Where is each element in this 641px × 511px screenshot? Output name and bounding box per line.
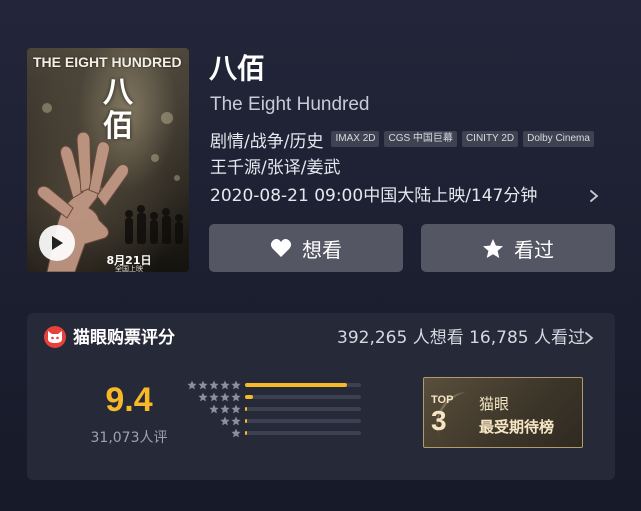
want-to-watch-label: 想看 [302, 237, 342, 262]
watched-label: 看过 [514, 237, 554, 262]
star-icon [220, 380, 230, 390]
star-icon [231, 428, 241, 438]
star-icon [220, 416, 230, 426]
star-icon [209, 392, 219, 402]
star-icon [209, 380, 219, 390]
poster-release-note: 全国上映 [115, 265, 143, 272]
rank-brand: 猫眼 [479, 395, 510, 413]
ranking-badge[interactable]: TOP 3 猫眼 最受期待榜 [423, 377, 583, 448]
rating-distribution-row [185, 403, 361, 415]
rating-count: 31,073人评 [90, 430, 168, 446]
star-icon [231, 404, 241, 414]
rank-list-name: 最受期待榜 [479, 418, 555, 436]
rating-distribution-row [185, 391, 361, 403]
movie-title: 八佰 [209, 52, 266, 85]
star-group [185, 380, 241, 390]
cast-list: 王千源/张译/姜武 [210, 158, 341, 178]
distribution-bar-fill [245, 407, 247, 411]
audience-stats[interactable]: 392,265 人想看 16,785 人看过 [337, 326, 585, 350]
star-group [185, 416, 241, 426]
star-group [185, 428, 241, 438]
poster-chinese-title: 八佰 [103, 75, 133, 144]
star-icon [231, 380, 241, 390]
distribution-bar-track [245, 407, 361, 411]
play-trailer-button[interactable] [39, 225, 75, 261]
genre-row: 剧情/战争/历史 IMAX 2D CGS 中国巨幕 CINITY 2D Dolb… [210, 127, 599, 152]
watched-button[interactable]: 看过 [421, 224, 615, 272]
star-icon [209, 404, 219, 414]
distribution-bar-track [245, 383, 361, 387]
chevron-right-icon[interactable] [588, 189, 600, 203]
movie-english-title: The Eight Hundred [210, 94, 370, 115]
distribution-bar-track [245, 395, 361, 399]
star-group [185, 392, 241, 402]
rating-distribution-row [185, 415, 361, 427]
format-tag-cinity: CINITY 2D [461, 131, 519, 147]
rating-source-label: 猫眼购票评分 [73, 328, 175, 348]
distribution-bar-fill [245, 383, 347, 387]
rating-card: 猫眼购票评分 392,265 人想看 16,785 人看过 9.4 31,073… [27, 313, 615, 480]
format-tag-cgs: CGS 中国巨幕 [384, 131, 457, 147]
release-info[interactable]: 2020-08-21 09:00中国大陆上映/147分钟 [210, 184, 610, 208]
rank-number: 3 [431, 405, 447, 436]
distribution-bar-fill [245, 395, 253, 399]
star-group [185, 404, 241, 414]
poster-english-title: THE EIGHT HUNDRED [33, 54, 182, 70]
distribution-bar-track [245, 419, 361, 423]
distribution-bar-track [245, 431, 361, 435]
distribution-bar-fill [245, 431, 247, 435]
star-icon [220, 404, 230, 414]
star-icon [231, 392, 241, 402]
distribution-bar-fill [245, 419, 247, 423]
rating-distribution-row [185, 427, 361, 439]
rating-score: 9.4 [105, 381, 153, 419]
star-icon [187, 380, 197, 390]
play-icon [52, 236, 63, 250]
heart-icon [270, 239, 292, 257]
star-icon [220, 392, 230, 402]
star-icon [198, 392, 208, 402]
chevron-right-icon[interactable] [584, 331, 594, 345]
want-to-watch-button[interactable]: 想看 [209, 224, 403, 272]
movie-poster[interactable]: THE EIGHT HUNDRED 八佰 8月21日 全国上映 [27, 48, 189, 272]
star-icon [198, 380, 208, 390]
star-icon [231, 416, 241, 426]
format-tag-dolby: Dolby Cinema [523, 131, 594, 147]
rating-distribution-row [185, 379, 361, 391]
maoyan-logo-icon [44, 326, 66, 348]
format-tag-imax: IMAX 2D [331, 131, 380, 147]
genres: 剧情/战争/历史 [210, 131, 324, 152]
star-icon [483, 238, 503, 258]
